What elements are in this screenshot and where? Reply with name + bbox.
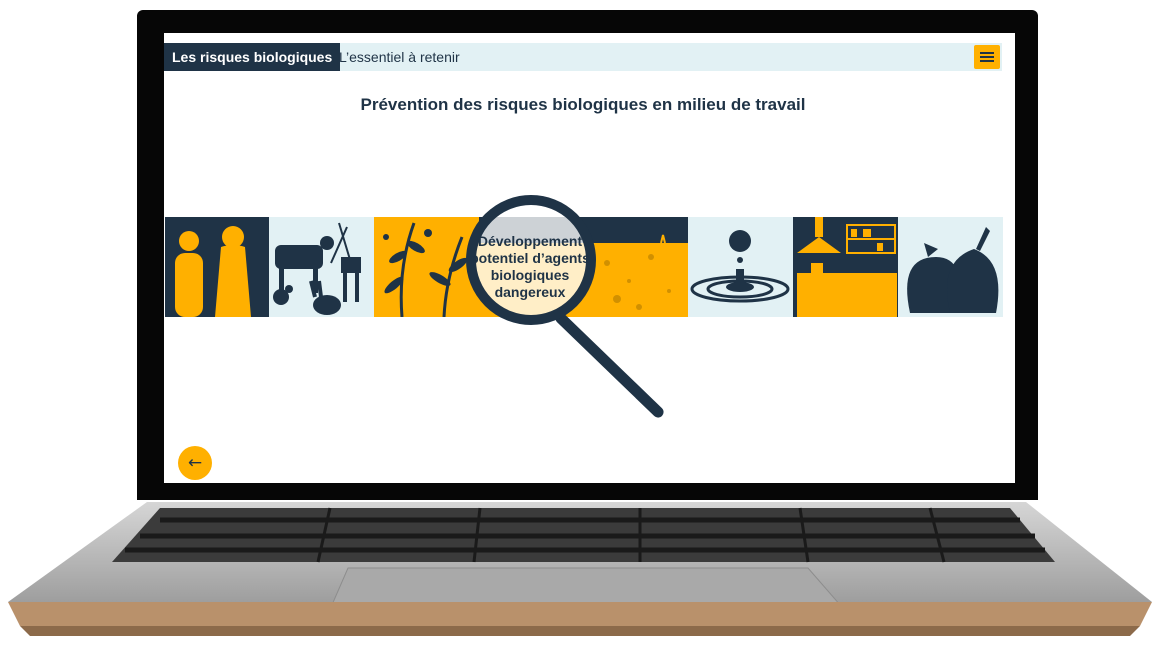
magnifier-text-line: dangereux [494, 284, 566, 300]
magnifier-text-line: biologiques [490, 267, 570, 283]
back-button[interactable]: ← [178, 446, 212, 480]
page-title: Prévention des risques biologiques en mi… [360, 95, 806, 114]
magnifier-text-line: Développement [477, 233, 583, 249]
animals-illustration [269, 217, 374, 317]
magnifier-handle [553, 310, 666, 420]
top-bar: Les risques biologiques L’essentiel à re… [164, 43, 1002, 71]
menu-button[interactable] [974, 45, 1000, 69]
water-droplet-illustration [688, 217, 793, 317]
section-title: L’essentiel à retenir [339, 49, 460, 65]
buildings-illustration [793, 217, 898, 317]
laptop-keyboard-base [8, 502, 1152, 636]
magnifier-text-line: potentiel d’agents [470, 250, 590, 266]
people-illustration [165, 217, 269, 317]
app-screen: Les risques biologiques L’essentiel à re… [164, 33, 1015, 483]
course-title: Les risques biologiques [164, 43, 341, 71]
waste-bags-illustration [898, 217, 1003, 317]
arrow-left-icon: ← [187, 453, 203, 473]
magnifier-text: Développement potentiel d’agents biologi… [451, 233, 609, 301]
hamburger-menu-icon [980, 52, 994, 54]
